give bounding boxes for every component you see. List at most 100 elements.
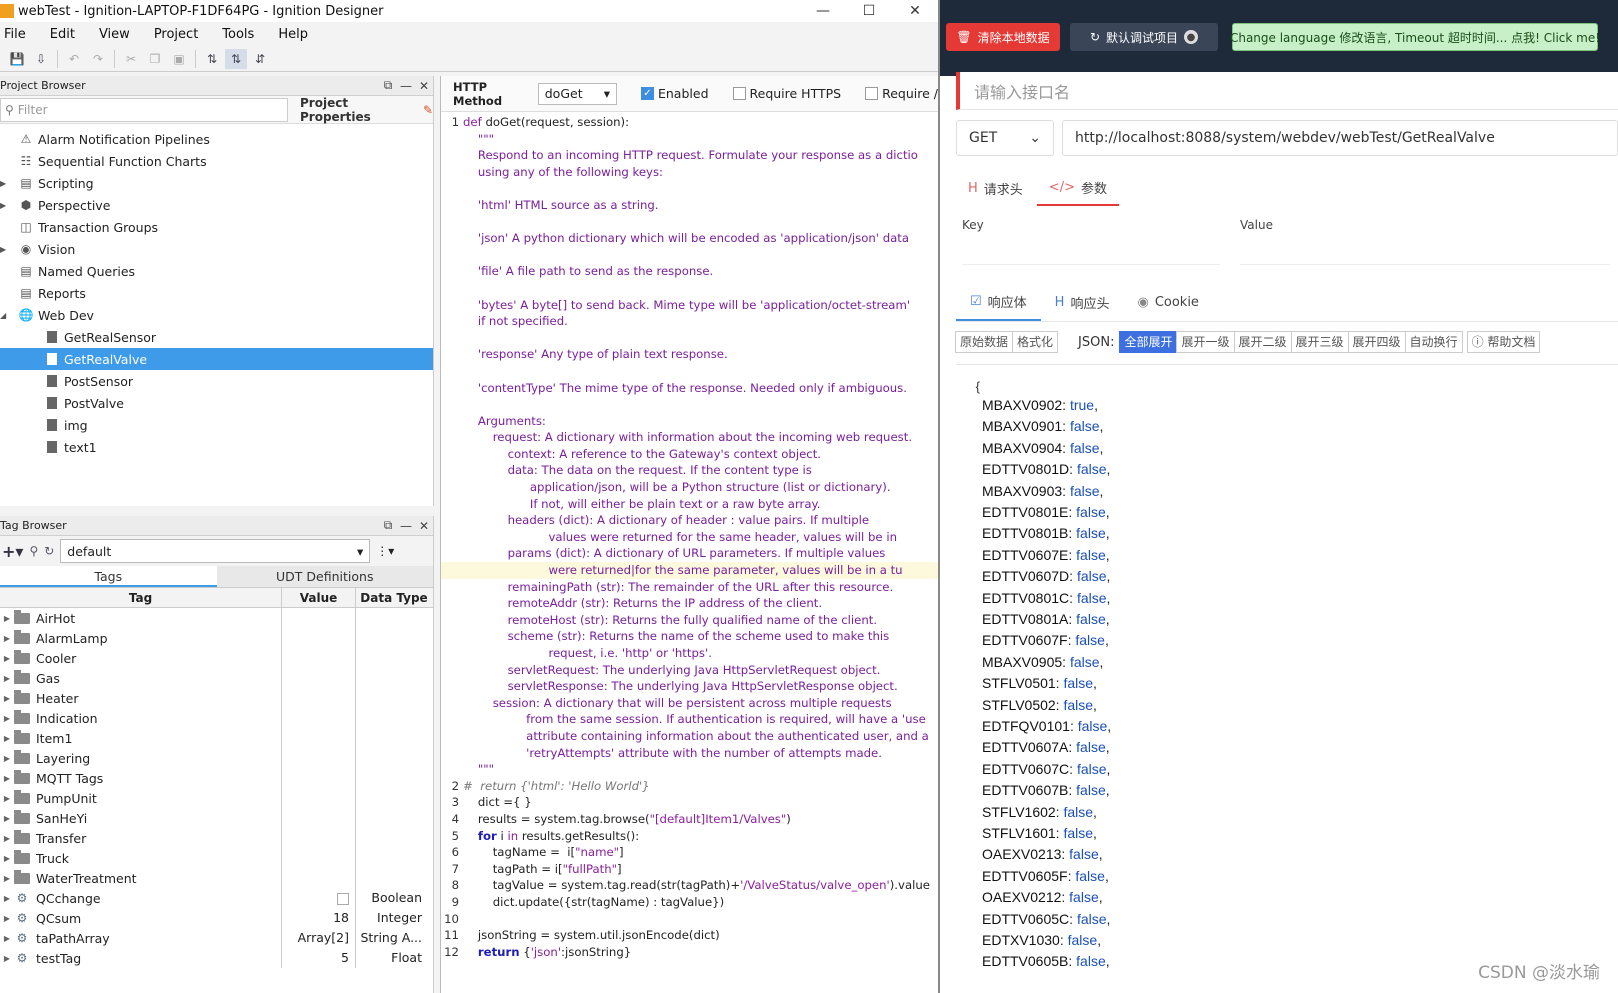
project-tree-item[interactable]: ▶ ▤ Scripting: [0, 172, 433, 194]
tag-row[interactable]: ▶ ⚙ QCchange Boolean: [0, 888, 433, 908]
project-properties-button[interactable]: Project Properties ✎: [288, 96, 433, 124]
float-panel-icon[interactable]: ⧉: [379, 518, 397, 533]
change-language-button[interactable]: Change language 修改语言, Timeout 超时时间... 点我…: [1230, 23, 1600, 51]
undo-icon[interactable]: ↶: [63, 49, 85, 69]
column-value[interactable]: Value: [282, 588, 356, 607]
tag-row[interactable]: ▶ Gas: [0, 668, 433, 688]
expand-arrow-icon[interactable]: ▶: [0, 654, 14, 663]
value-input[interactable]: [1240, 264, 1610, 265]
project-tree-item[interactable]: GetRealValve: [0, 348, 433, 370]
tab-response-headers[interactable]: H 响应头: [1041, 284, 1124, 321]
tag-row[interactable]: ▶ AlarmLamp: [0, 628, 433, 648]
menu-tools[interactable]: Tools: [210, 27, 266, 42]
menu-edit[interactable]: Edit: [38, 27, 87, 42]
expand-arrow-icon[interactable]: ▶: [0, 774, 14, 783]
expand-arrow-icon[interactable]: ▶: [0, 814, 14, 823]
paste-icon[interactable]: ▣: [168, 49, 190, 69]
expand-arrow-icon[interactable]: ▶: [0, 754, 14, 763]
expand-level-2-button[interactable]: 展开二级: [1233, 331, 1292, 353]
tag-row[interactable]: ▶ Heater: [0, 688, 433, 708]
tag-row[interactable]: ▶ Item1: [0, 728, 433, 748]
cut-icon[interactable]: ✂: [120, 49, 142, 69]
help-doc-button[interactable]: ⓘ 帮助文档: [1466, 331, 1541, 353]
url-input[interactable]: http://localhost:8088/system/webdev/webT…: [1062, 120, 1618, 156]
project-tree-item[interactable]: PostValve: [0, 392, 433, 414]
clear-local-data-button[interactable]: 🗑 清除本地数据: [946, 23, 1060, 51]
project-tree-item[interactable]: ▶ ◉ Vision: [0, 238, 433, 260]
comm-off-icon[interactable]: ⇅: [201, 49, 223, 69]
expand-arrow-icon[interactable]: ▶: [0, 714, 14, 723]
expand-arrow-icon[interactable]: ▶: [0, 614, 14, 623]
tab-response-body[interactable]: ☑ 响应体: [956, 284, 1041, 321]
close-panel-icon[interactable]: ✕: [415, 519, 433, 533]
tag-row[interactable]: ▶ Truck: [0, 848, 433, 868]
key-input[interactable]: [962, 264, 1220, 265]
tag-row[interactable]: ▶ ⚙ testTag 5 Float: [0, 948, 433, 968]
save-all-icon[interactable]: ⇩: [30, 49, 52, 69]
comm-read-icon[interactable]: ⇅: [225, 48, 247, 69]
project-tree-item[interactable]: text1: [0, 436, 433, 458]
redo-icon[interactable]: ↷: [87, 49, 109, 69]
menu-view[interactable]: View: [87, 27, 142, 42]
expand-arrow-icon[interactable]: ▶: [0, 674, 14, 683]
tag-provider-select[interactable]: default ▾: [60, 539, 371, 563]
tab-request-headers[interactable]: H 请求头: [956, 170, 1035, 206]
more-options-icon[interactable]: ⋮▾: [376, 544, 394, 558]
save-icon[interactable]: 💾: [6, 49, 28, 69]
tag-row[interactable]: ▶ Cooler: [0, 648, 433, 668]
raw-data-button[interactable]: 原始数据: [955, 331, 1014, 353]
tag-row[interactable]: ▶ ⚙ taPathArray Array[2] String A...: [0, 928, 433, 948]
project-tree-item[interactable]: ◫ Transaction Groups: [0, 216, 433, 238]
tab-udt-definitions[interactable]: UDT Definitions: [216, 566, 433, 587]
http-method-select[interactable]: doGet ▾: [537, 82, 617, 105]
default-debug-project-button[interactable]: ↻ 默认调试项目 ●: [1070, 23, 1218, 51]
expand-arrow-icon[interactable]: ▶: [0, 694, 14, 703]
request-method-select[interactable]: GET ⌄: [956, 120, 1054, 156]
expand-arrow-icon[interactable]: ▶: [0, 854, 14, 863]
tab-params[interactable]: </> 参数: [1036, 170, 1119, 206]
code-editor[interactable]: 1 def doGet(request, session): """ Respon…: [441, 114, 938, 993]
add-tag-icon[interactable]: +▾: [2, 542, 23, 561]
interface-name-input[interactable]: 请输入接口名: [956, 72, 1618, 110]
minimize-panel-icon[interactable]: —: [397, 79, 415, 93]
project-tree-item[interactable]: PostSensor: [0, 370, 433, 392]
project-tree-item[interactable]: ⚠ Alarm Notification Pipelines: [0, 128, 433, 150]
menu-project[interactable]: Project: [142, 27, 210, 42]
maximize-button[interactable]: ☐: [846, 3, 892, 19]
project-tree-item[interactable]: ◢ 🌐 Web Dev: [0, 304, 433, 326]
tag-row[interactable]: ▶ ⚙ QCsum 18 Integer: [0, 908, 433, 928]
menu-file[interactable]: File: [0, 27, 38, 42]
expand-arrow-icon[interactable]: ▶: [0, 794, 14, 803]
tag-row[interactable]: ▶ MQTT Tags: [0, 768, 433, 788]
word-wrap-button[interactable]: 自动换行: [1404, 331, 1463, 353]
boolean-checkbox[interactable]: [337, 892, 349, 905]
tag-row[interactable]: ▶ PumpUnit: [0, 788, 433, 808]
expand-arrow-icon[interactable]: ▶: [0, 834, 14, 843]
tag-row[interactable]: ▶ Indication: [0, 708, 433, 728]
expand-arrow-icon[interactable]: ▶: [0, 179, 10, 188]
project-tree-item[interactable]: img: [0, 414, 433, 436]
require-auth-checkbox[interactable]: Require /: [865, 86, 938, 101]
copy-icon[interactable]: ❐: [144, 49, 166, 69]
expand-level-3-button[interactable]: 展开三级: [1290, 331, 1349, 353]
project-tree-item[interactable]: GetRealSensor: [0, 326, 433, 348]
comm-readwrite-icon[interactable]: ⇵: [249, 49, 271, 69]
expand-all-button[interactable]: 全部展开: [1119, 331, 1178, 353]
expand-arrow-icon[interactable]: ▶: [0, 934, 14, 943]
minimize-button[interactable]: —: [800, 3, 846, 19]
tag-row[interactable]: ▶ Transfer: [0, 828, 433, 848]
collapse-arrow-icon[interactable]: ◢: [0, 311, 10, 320]
expand-arrow-icon[interactable]: ▶: [0, 894, 14, 903]
expand-level-1-button[interactable]: 展开一级: [1176, 331, 1235, 353]
require-https-checkbox[interactable]: Require HTTPS: [732, 86, 841, 101]
search-icon[interactable]: ⚲: [29, 544, 38, 558]
column-data-type[interactable]: Data Type: [356, 588, 432, 607]
expand-arrow-icon[interactable]: ▶: [0, 734, 14, 743]
expand-arrow-icon[interactable]: ▶: [0, 914, 14, 923]
expand-arrow-icon[interactable]: ▶: [0, 634, 14, 643]
float-panel-icon[interactable]: ⧉: [379, 78, 397, 93]
format-button[interactable]: 格式化: [1012, 331, 1059, 353]
tab-tags[interactable]: Tags: [0, 566, 217, 587]
column-tag[interactable]: Tag: [0, 588, 282, 607]
expand-arrow-icon[interactable]: ▶: [0, 201, 10, 210]
